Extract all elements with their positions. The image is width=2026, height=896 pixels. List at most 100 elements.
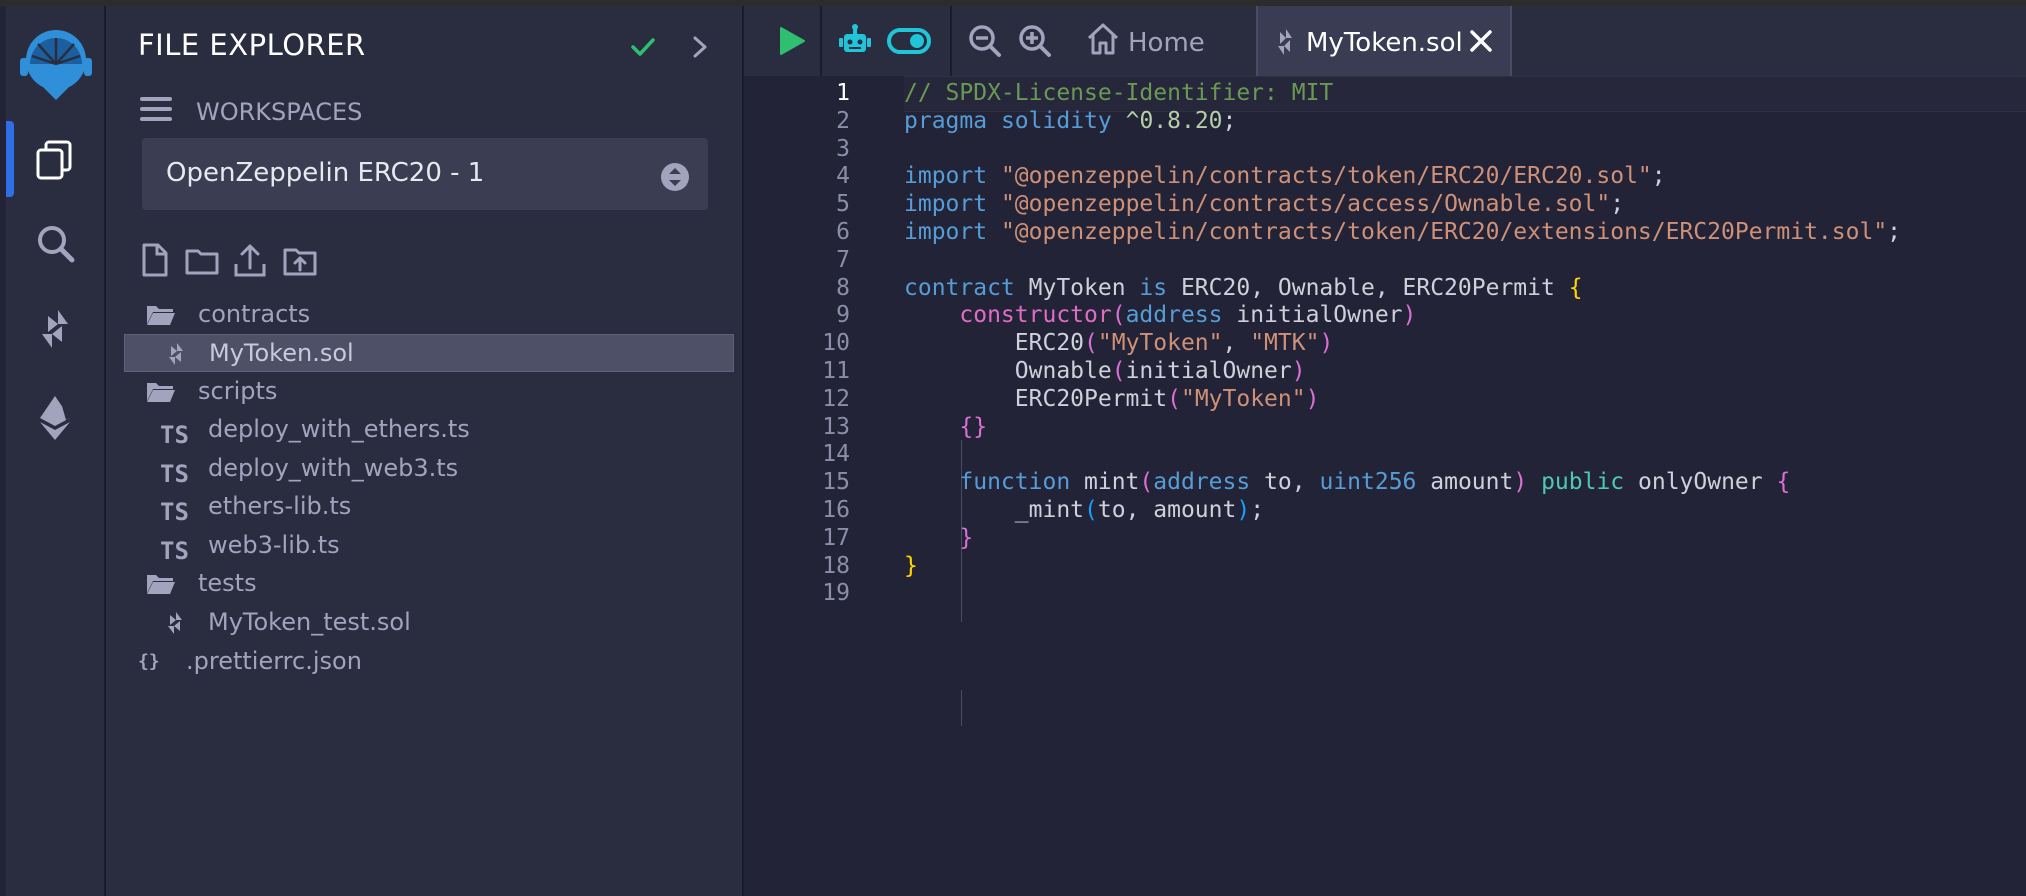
code-token: ; (1651, 163, 1666, 190)
folder-open-icon (147, 383, 175, 402)
code-token: _mint (904, 497, 1085, 523)
tree-item-label: deploy_with_ethers.ts (208, 415, 470, 443)
tree-file-ethers-lib[interactable]: TS ethers-lib.ts (124, 488, 734, 526)
code-token: ; (1610, 191, 1625, 218)
home-tab[interactable]: Home (1074, 6, 1254, 76)
code-token: ( (1111, 302, 1126, 329)
code-token: {} (959, 413, 988, 440)
solidity-file-icon (169, 343, 183, 365)
tree-item-label: deploy_with_web3.ts (208, 454, 459, 482)
code-token: "@openzeppelin/contracts/access/Ownable.… (1000, 191, 1611, 218)
code-token: ) (1319, 330, 1334, 357)
run-play-icon[interactable] (772, 22, 810, 60)
code-token: , (1222, 330, 1251, 357)
ai-robot-icon[interactable] (836, 22, 874, 60)
line-number: 12 (822, 385, 850, 412)
remix-logo-icon[interactable] (16, 24, 96, 104)
line-number: 14 (822, 441, 850, 468)
line-number: 6 (836, 219, 850, 245)
file-explorer-panel: FILE EXPLORER WORKSPACES OpenZeppelin ER… (106, 6, 744, 896)
code-token: is (1139, 274, 1168, 301)
line-number: 4 (836, 163, 850, 190)
toolbar-divider (950, 6, 952, 76)
code-token: import (904, 163, 988, 190)
code-token: ; (1250, 497, 1265, 523)
code-line: ERC20Permit("MyToken") (904, 385, 1320, 412)
folder-open-icon (147, 306, 175, 325)
code-token: address (1125, 302, 1223, 329)
new-folder-icon[interactable] (184, 242, 220, 278)
code-token: ( (1139, 469, 1154, 496)
hamburger-menu-icon[interactable] (140, 94, 172, 124)
code-token: contract (904, 274, 1015, 301)
home-icon (1087, 23, 1119, 55)
close-icon[interactable] (1468, 28, 1494, 54)
code-token: ERC20 (904, 330, 1085, 357)
line-number: 13 (822, 413, 850, 440)
check-icon[interactable] (628, 32, 658, 62)
code-token: initialOwner (1222, 302, 1403, 329)
tab-mytoken-sol[interactable]: MyToken.sol (1256, 6, 1512, 78)
line-number: 1 (836, 80, 850, 106)
code-token: // SPDX-License-Identifier: MIT (904, 80, 1334, 106)
line-number: 9 (836, 302, 850, 329)
code-editor[interactable]: // SPDX-License-Identifier: MIT pragma so… (904, 76, 2026, 896)
code-token: ( (1167, 385, 1181, 412)
line-number: 10 (822, 330, 850, 357)
code-token: "MyToken" (1097, 330, 1223, 357)
tree-folder-tests[interactable]: tests (124, 565, 734, 603)
tree-folder-scripts[interactable]: scripts (124, 373, 734, 411)
code-line: ERC20("MyToken", "MTK") (904, 330, 1334, 357)
code-line: import "@openzeppelin/contracts/token/ER… (904, 163, 1666, 189)
code-line: import "@openzeppelin/contracts/token/ER… (904, 219, 1901, 245)
code-line: function mint(address to, uint256 amount… (904, 469, 1790, 495)
icon-rail (6, 6, 106, 896)
code-line: constructor(address initialOwner) (904, 302, 1416, 328)
tree-file-mytoken-sol[interactable]: MyToken.sol (124, 334, 734, 372)
tree-file-deploy-with-web3[interactable]: TS deploy_with_web3.ts (124, 450, 734, 488)
tree-item-label: web3-lib.ts (208, 531, 340, 559)
chevron-right-icon[interactable] (688, 32, 712, 62)
deploy-run-icon[interactable] (30, 392, 80, 442)
typescript-file-icon: TS (160, 421, 189, 449)
code-line: import "@openzeppelin/contracts/access/O… (904, 191, 1624, 217)
zoom-out-icon[interactable] (966, 22, 1004, 60)
code-token: import (904, 219, 988, 245)
code-token: solidity (1000, 107, 1112, 134)
code-token: { (1776, 469, 1791, 496)
tree-file-web3-lib[interactable]: TS web3-lib.ts (124, 527, 734, 565)
code-token: function (959, 469, 1071, 496)
tree-file-deploy-with-ethers[interactable]: TS deploy_with_ethers.ts (124, 411, 734, 449)
code-token: "@openzeppelin/contracts/token/ERC20/ext… (1000, 219, 1888, 245)
upload-file-icon[interactable] (232, 242, 268, 278)
autocompile-toggle-icon[interactable] (886, 22, 932, 60)
upload-folder-icon[interactable] (282, 242, 318, 278)
file-explorer-icon[interactable] (30, 134, 80, 184)
workspace-selected-value: OpenZeppelin ERC20 - 1 (166, 158, 485, 188)
folder-open-icon (147, 575, 175, 594)
typescript-file-icon: TS (160, 537, 189, 565)
code-token: ) (1291, 358, 1306, 384)
solidity-compiler-icon[interactable] (30, 304, 80, 354)
new-file-icon[interactable] (136, 242, 172, 278)
code-token: constructor (959, 302, 1112, 329)
code-line: } (904, 525, 973, 551)
code-token: to, amount (1097, 497, 1237, 523)
code-token: "MyToken" (1180, 385, 1306, 412)
home-tab-label: Home (1128, 28, 1205, 58)
line-number: 18 (822, 552, 850, 579)
code-line: {} (904, 414, 987, 440)
tree-file-prettierrc[interactable]: {} .prettierrc.json (124, 643, 734, 681)
code-token: import (904, 191, 988, 218)
line-number: 17 (822, 524, 850, 551)
search-icon[interactable] (30, 218, 80, 268)
select-arrows-icon (661, 163, 689, 191)
tree-folder-contracts[interactable]: contracts (124, 296, 734, 334)
workspace-select[interactable]: OpenZeppelin ERC20 - 1 (142, 138, 708, 210)
tree-file-mytoken-test[interactable]: MyToken_test.sol (124, 604, 734, 642)
code-token: address (1153, 469, 1251, 496)
zoom-in-icon[interactable] (1016, 22, 1054, 60)
line-number: 3 (836, 135, 850, 162)
